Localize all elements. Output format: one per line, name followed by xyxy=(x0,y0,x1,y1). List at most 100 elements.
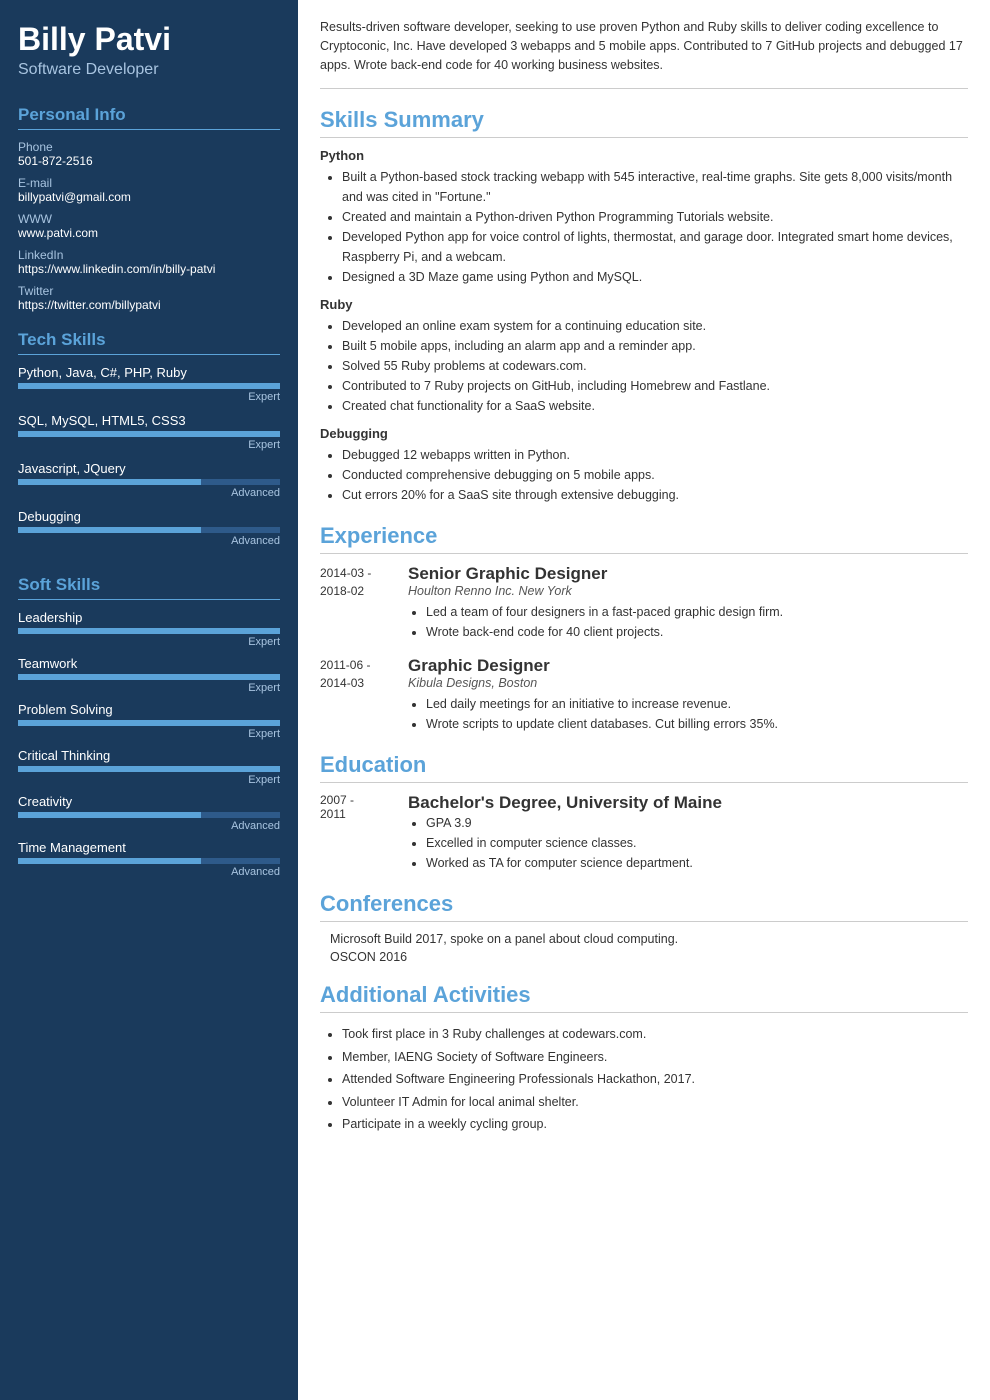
experience-title: Experience xyxy=(320,523,968,554)
info-value: billypatvi@gmail.com xyxy=(18,190,280,204)
tech-skills-title: Tech Skills xyxy=(18,330,280,355)
conf-item: Microsoft Build 2017, spoke on a panel a… xyxy=(320,932,968,946)
list-item: Cut errors 20% for a SaaS site through e… xyxy=(342,485,968,505)
soft-skill-level: Advanced xyxy=(18,866,280,878)
list-item: Took first place in 3 Ruby challenges at… xyxy=(342,1023,968,1046)
main-content: Results-driven software developer, seeki… xyxy=(298,0,990,1400)
skill-name: Javascript, JQuery xyxy=(18,461,280,476)
exp-right: Senior Graphic DesignerHoulton Renno Inc… xyxy=(408,564,783,642)
soft-skill-item: Critical Thinking Expert xyxy=(18,748,280,786)
soft-skill-name: Time Management xyxy=(18,840,280,855)
soft-skill-name: Critical Thinking xyxy=(18,748,280,763)
list-item: Built a Python-based stock tracking weba… xyxy=(342,167,968,207)
skill-bar xyxy=(18,383,280,389)
soft-skill-bar-fill xyxy=(18,720,280,726)
skill-level: Expert xyxy=(18,439,280,451)
list-item: Led a team of four designers in a fast-p… xyxy=(426,602,783,622)
tech-skill-item: Javascript, JQuery Advanced xyxy=(18,461,280,499)
conferences-title: Conferences xyxy=(320,891,968,922)
exp-job-title: Senior Graphic Designer xyxy=(408,564,783,584)
tech-skills-list: Python, Java, C#, PHP, Ruby Expert SQL, … xyxy=(18,365,280,547)
info-label: E-mail xyxy=(18,176,280,190)
soft-skills-section: Soft Skills Leadership Expert Teamwork E… xyxy=(0,565,298,894)
skills-list: Built a Python-based stock tracking weba… xyxy=(320,167,968,287)
soft-skill-level: Expert xyxy=(18,636,280,648)
tech-skill-item: SQL, MySQL, HTML5, CSS3 Expert xyxy=(18,413,280,451)
soft-skill-bar xyxy=(18,674,280,680)
experience-section: Experience 2014-03 - 2018-02Senior Graph… xyxy=(320,523,968,734)
skill-name: Debugging xyxy=(18,509,280,524)
exp-entry: 2014-03 - 2018-02Senior Graphic Designer… xyxy=(320,564,968,642)
soft-skill-item: Teamwork Expert xyxy=(18,656,280,694)
soft-skill-name: Creativity xyxy=(18,794,280,809)
list-item: Designed a 3D Maze game using Python and… xyxy=(342,267,968,287)
education-title: Education xyxy=(320,752,968,783)
exp-entry: 2011-06 - 2014-03Graphic DesignerKibula … xyxy=(320,656,968,734)
skill-bar xyxy=(18,527,280,533)
exp-company: Houlton Renno Inc. New York xyxy=(408,584,783,598)
soft-skill-bar xyxy=(18,766,280,772)
list-item: Debugged 12 webapps written in Python. xyxy=(342,445,968,465)
info-label: Phone xyxy=(18,140,280,154)
soft-skill-item: Problem Solving Expert xyxy=(18,702,280,740)
edu-entry: 2007 - 2011Bachelor's Degree, University… xyxy=(320,793,968,873)
edu-degree: Bachelor's Degree, University of Maine xyxy=(408,793,722,813)
sidebar: Billy Patvi Software Developer Personal … xyxy=(0,0,298,1400)
soft-skill-bar-fill xyxy=(18,628,280,634)
soft-skill-bar-fill xyxy=(18,674,280,680)
personal-info-fields: Phone501-872-2516 E-mailbillypatvi@gmail.… xyxy=(18,140,280,312)
additional-items: Took first place in 3 Ruby challenges at… xyxy=(320,1023,968,1136)
skill-bar-fill xyxy=(18,479,201,485)
soft-skill-name: Leadership xyxy=(18,610,280,625)
skills-summary-title: Skills Summary xyxy=(320,107,968,138)
soft-skill-bar xyxy=(18,628,280,634)
list-item: Contributed to 7 Ruby projects on GitHub… xyxy=(342,376,968,396)
exp-list: Led a team of four designers in a fast-p… xyxy=(408,602,783,642)
conf-item: OSCON 2016 xyxy=(320,950,968,964)
experience-entries: 2014-03 - 2018-02Senior Graphic Designer… xyxy=(320,564,968,734)
info-label: Twitter xyxy=(18,284,280,298)
list-item: Member, IAENG Society of Software Engine… xyxy=(342,1046,968,1069)
skills-cat-title: Python xyxy=(320,148,968,163)
conference-items: Microsoft Build 2017, spoke on a panel a… xyxy=(320,932,968,964)
skills-categories: Python Built a Python-based stock trackin… xyxy=(320,148,968,505)
list-item: Developed an online exam system for a co… xyxy=(342,316,968,336)
list-item: Excelled in computer science classes. xyxy=(426,833,722,853)
list-item: Solved 55 Ruby problems at codewars.com. xyxy=(342,356,968,376)
skill-level: Advanced xyxy=(18,535,280,547)
tech-skill-item: Debugging Advanced xyxy=(18,509,280,547)
skill-level: Advanced xyxy=(18,487,280,499)
soft-skill-level: Expert xyxy=(18,682,280,694)
candidate-title: Software Developer xyxy=(18,61,280,79)
list-item: Conducted comprehensive debugging on 5 m… xyxy=(342,465,968,485)
soft-skill-bar-fill xyxy=(18,812,201,818)
personal-info-title: Personal Info xyxy=(18,105,280,130)
soft-skill-item: Time Management Advanced xyxy=(18,840,280,878)
skills-list: Debugged 12 webapps written in Python.Co… xyxy=(320,445,968,505)
soft-skill-name: Teamwork xyxy=(18,656,280,671)
skills-cat-title: Debugging xyxy=(320,426,968,441)
additional-section: Additional Activities Took first place i… xyxy=(320,982,968,1136)
soft-skill-level: Expert xyxy=(18,774,280,786)
list-item: Worked as TA for computer science depart… xyxy=(426,853,722,873)
info-label: WWW xyxy=(18,212,280,226)
info-value: 501-872-2516 xyxy=(18,154,280,168)
personal-info-section: Personal Info Phone501-872-2516 E-mailbil… xyxy=(0,95,298,320)
soft-skill-bar-fill xyxy=(18,766,280,772)
candidate-name: Billy Patvi xyxy=(18,22,280,57)
info-value: https://twitter.com/billypatvi xyxy=(18,298,280,312)
conferences-section: Conferences Microsoft Build 2017, spoke … xyxy=(320,891,968,964)
list-item: Developed Python app for voice control o… xyxy=(342,227,968,267)
list-item: GPA 3.9 xyxy=(426,813,722,833)
skill-bar-fill xyxy=(18,527,201,533)
summary-text: Results-driven software developer, seeki… xyxy=(320,18,968,89)
skills-cat-title: Ruby xyxy=(320,297,968,312)
list-item: Volunteer IT Admin for local animal shel… xyxy=(342,1091,968,1114)
soft-skill-bar xyxy=(18,720,280,726)
soft-skill-bar xyxy=(18,812,280,818)
skill-name: SQL, MySQL, HTML5, CSS3 xyxy=(18,413,280,428)
soft-skill-level: Advanced xyxy=(18,820,280,832)
list-item: Attended Software Engineering Profession… xyxy=(342,1068,968,1091)
exp-list: Led daily meetings for an initiative to … xyxy=(408,694,778,734)
exp-right: Graphic DesignerKibula Designs, BostonLe… xyxy=(408,656,778,734)
